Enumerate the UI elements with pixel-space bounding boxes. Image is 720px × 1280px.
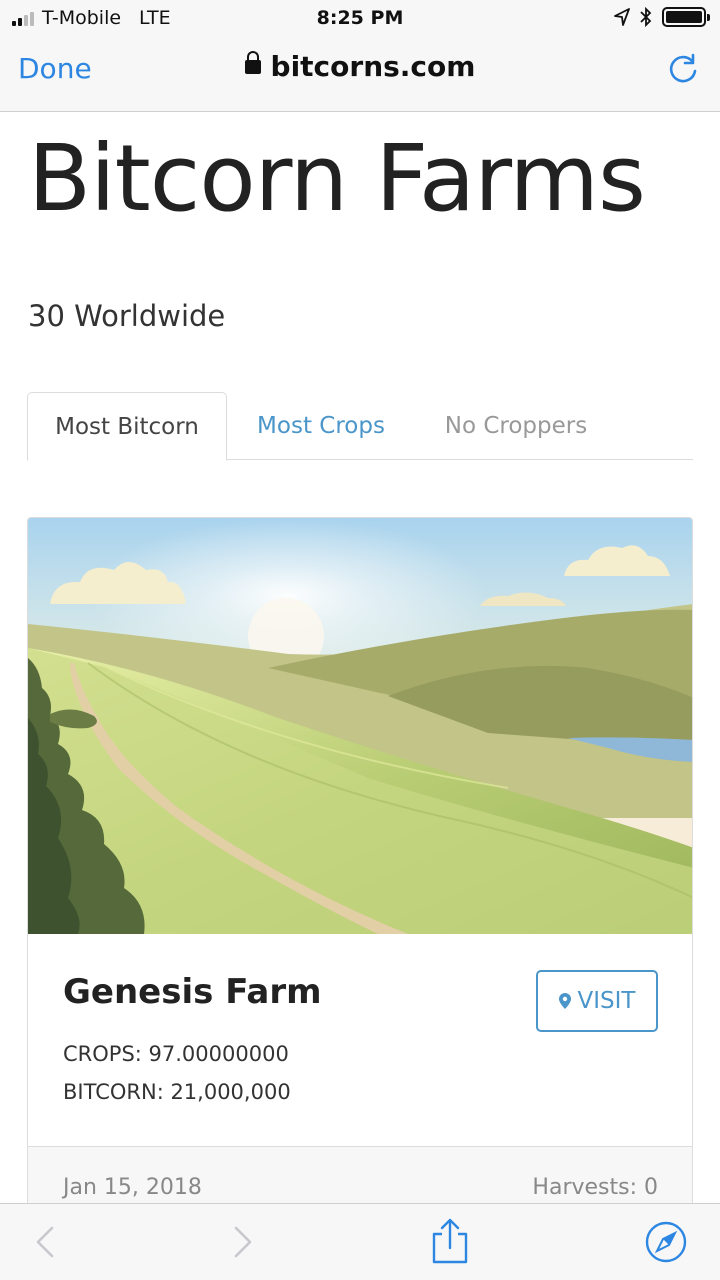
harvest-count: Harvests: 0	[532, 1175, 658, 1200]
browser-nav-bar: Done bitcorns.com	[0, 38, 720, 112]
lock-icon	[244, 51, 261, 74]
reload-icon[interactable]	[666, 52, 700, 86]
bluetooth-icon	[640, 7, 652, 27]
farm-count: 30 Worldwide	[28, 299, 226, 333]
page-title: Bitcorn Farms	[28, 125, 646, 232]
status-bar: T-Mobile LTE 8:25 PM	[0, 0, 720, 38]
farm-name: Genesis Farm	[63, 972, 322, 1012]
tab-most-bitcorn[interactable]: Most Bitcorn	[27, 392, 227, 461]
card-footer: Jan 15, 2018 Harvests: 0	[28, 1146, 692, 1203]
tab-most-crops[interactable]: Most Crops	[237, 392, 405, 460]
tab-no-croppers[interactable]: No Croppers	[423, 392, 609, 460]
share-icon[interactable]	[426, 1218, 474, 1266]
crops-stat: CROPS: 97.00000000	[63, 1042, 289, 1066]
browser-toolbar	[0, 1203, 720, 1280]
location-arrow-icon	[614, 8, 630, 26]
url-text: bitcorns.com	[270, 50, 476, 83]
back-icon[interactable]	[22, 1218, 70, 1266]
farm-date: Jan 15, 2018	[63, 1175, 202, 1200]
status-time: 8:25 PM	[316, 7, 404, 29]
visit-label: VISIT	[577, 988, 636, 1014]
url-bar[interactable]: bitcorns.com	[0, 50, 720, 83]
battery-icon	[662, 7, 710, 27]
farm-card: Genesis Farm CROPS: 97.00000000 BITCORN:…	[27, 517, 693, 1203]
web-content: Bitcorn Farms 30 Worldwide Most Bitcorn …	[0, 113, 720, 1203]
card-body: Genesis Farm CROPS: 97.00000000 BITCORN:…	[28, 934, 692, 1146]
tab-bar: Most Bitcorn Most Crops No Croppers	[27, 392, 693, 461]
bitcorn-stat: BITCORN: 21,000,000	[63, 1080, 291, 1104]
status-right	[614, 7, 710, 27]
visit-button[interactable]: VISIT	[536, 970, 658, 1032]
map-pin-icon	[558, 993, 571, 1009]
farm-landscape-image	[28, 518, 692, 934]
compass-icon[interactable]	[642, 1218, 690, 1266]
forward-icon[interactable]	[218, 1218, 266, 1266]
